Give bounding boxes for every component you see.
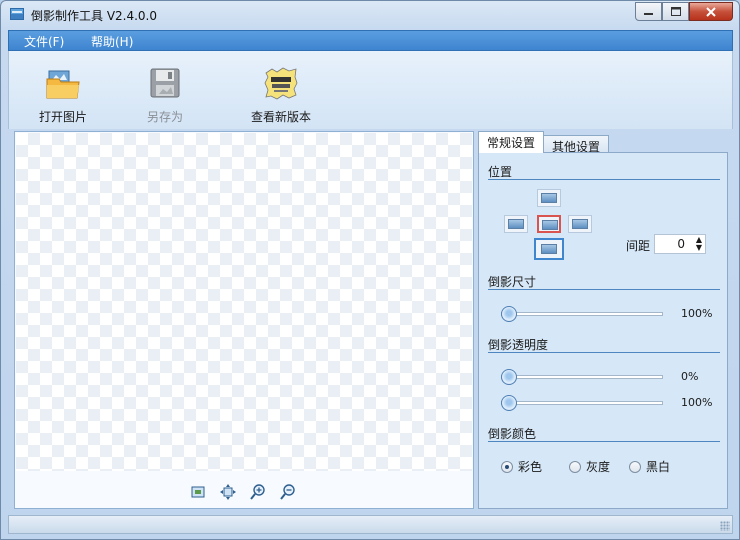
color-option-label: 灰度: [586, 460, 611, 474]
color-section-title: 倒影颜色: [488, 425, 720, 442]
tab-other-settings[interactable]: 其他设置: [543, 135, 610, 154]
image-position-icon: [572, 219, 588, 229]
radio-unchecked-icon[interactable]: [569, 460, 581, 473]
title-bar[interactable]: 倒影制作工具 V2.4.0.0: [1, 1, 739, 29]
position-right-button[interactable]: [568, 215, 592, 233]
slider-thumb[interactable]: [501, 306, 517, 322]
check-update-button[interactable]: 查看新版本: [245, 51, 317, 129]
app-window: 倒影制作工具 V2.4.0.0 文件(F) 帮助(H) 打开图片 另存为 查看新…: [0, 0, 740, 540]
maximize-button[interactable]: [662, 2, 689, 21]
window-controls: [635, 2, 733, 21]
opacity-end-value: 100%: [681, 396, 713, 409]
size-section-title: 倒影尺寸: [488, 273, 720, 290]
maximize-icon: [670, 7, 681, 16]
slider-track: [501, 401, 663, 405]
opacity-section-title: 倒影透明度: [488, 336, 720, 353]
folder-open-icon: [46, 70, 80, 99]
menu-file[interactable]: 文件(F): [24, 33, 64, 50]
position-left-button[interactable]: [504, 215, 528, 233]
image-position-icon: [542, 220, 558, 230]
position-section-title: 位置: [488, 163, 720, 180]
size-value: 100%: [681, 307, 713, 320]
fit-to-window-button[interactable]: [190, 484, 206, 500]
save-as-label: 另存为: [146, 110, 183, 124]
menu-bar: 文件(F) 帮助(H): [8, 30, 733, 51]
transparency-checkerboard: [16, 133, 472, 471]
spacing-value: 0: [677, 237, 685, 251]
open-image-label: 打开图片: [38, 110, 87, 124]
status-bar: [8, 515, 733, 534]
actual-size-icon: [220, 484, 236, 500]
color-option-color[interactable]: 彩色: [501, 458, 542, 475]
opacity-end-slider[interactable]: [501, 395, 663, 411]
resize-grip-icon[interactable]: [720, 521, 730, 531]
color-option-label: 黑白: [646, 460, 671, 474]
position-top-button[interactable]: [537, 189, 561, 207]
radio-unchecked-icon[interactable]: [629, 460, 641, 473]
opacity-start-value: 0%: [681, 370, 699, 383]
canvas-toolbar: [190, 484, 296, 500]
slider-thumb[interactable]: [501, 395, 517, 411]
color-option-label: 彩色: [518, 460, 543, 474]
position-center-button[interactable]: [537, 215, 561, 233]
spacing-label: 间距: [626, 239, 651, 253]
minimize-button[interactable]: [635, 2, 662, 21]
color-option-black-white[interactable]: 黑白: [629, 458, 670, 475]
zoom-in-icon: [250, 484, 265, 500]
tab-general-settings[interactable]: 常规设置: [478, 131, 545, 153]
close-button[interactable]: [689, 2, 733, 21]
opacity-start-slider[interactable]: [501, 369, 663, 385]
new-version-icon: [264, 67, 298, 100]
fit-to-window-icon: [191, 486, 205, 498]
window-title: 倒影制作工具 V2.4.0.0: [31, 9, 158, 23]
image-position-icon: [541, 193, 557, 203]
slider-track: [501, 375, 663, 379]
general-settings-page: 位置 间距 0 ▲ ▼ 倒影尺寸 100% 倒影透明度 0% 100% 倒影颜色…: [478, 152, 728, 509]
radio-checked-icon[interactable]: [501, 460, 513, 473]
position-bottom-button[interactable]: [534, 238, 564, 260]
image-position-icon: [508, 219, 524, 229]
zoom-out-button[interactable]: [280, 484, 296, 500]
slider-track: [501, 312, 663, 316]
save-as-button[interactable]: 另存为: [133, 51, 197, 129]
close-icon: [706, 6, 716, 17]
app-icon: [10, 8, 24, 20]
image-position-icon: [541, 244, 557, 254]
settings-panel: 常规设置 其他设置 位置 间距 0 ▲ ▼ 倒影尺寸 100% 倒影透明度 0%…: [478, 131, 728, 509]
zoom-out-icon: [280, 484, 295, 500]
preview-canvas[interactable]: [14, 131, 474, 509]
settings-tabs: 常规设置 其他设置: [478, 131, 610, 154]
menu-help[interactable]: 帮助(H): [91, 33, 133, 50]
toolbar: 打开图片 另存为 查看新版本: [8, 51, 733, 129]
slider-thumb[interactable]: [501, 369, 517, 385]
zoom-in-button[interactable]: [250, 484, 266, 500]
size-slider[interactable]: [501, 306, 663, 322]
actual-size-button[interactable]: [220, 484, 236, 500]
check-update-label: 查看新版本: [250, 110, 311, 124]
color-option-grayscale[interactable]: 灰度: [569, 458, 610, 475]
floppy-disk-icon: [150, 68, 180, 98]
open-image-button[interactable]: 打开图片: [31, 51, 95, 129]
spin-arrows-icon[interactable]: ▲ ▼: [696, 236, 702, 252]
spacing-spinbox[interactable]: 0 ▲ ▼: [654, 234, 706, 254]
minimize-icon: [644, 13, 653, 15]
